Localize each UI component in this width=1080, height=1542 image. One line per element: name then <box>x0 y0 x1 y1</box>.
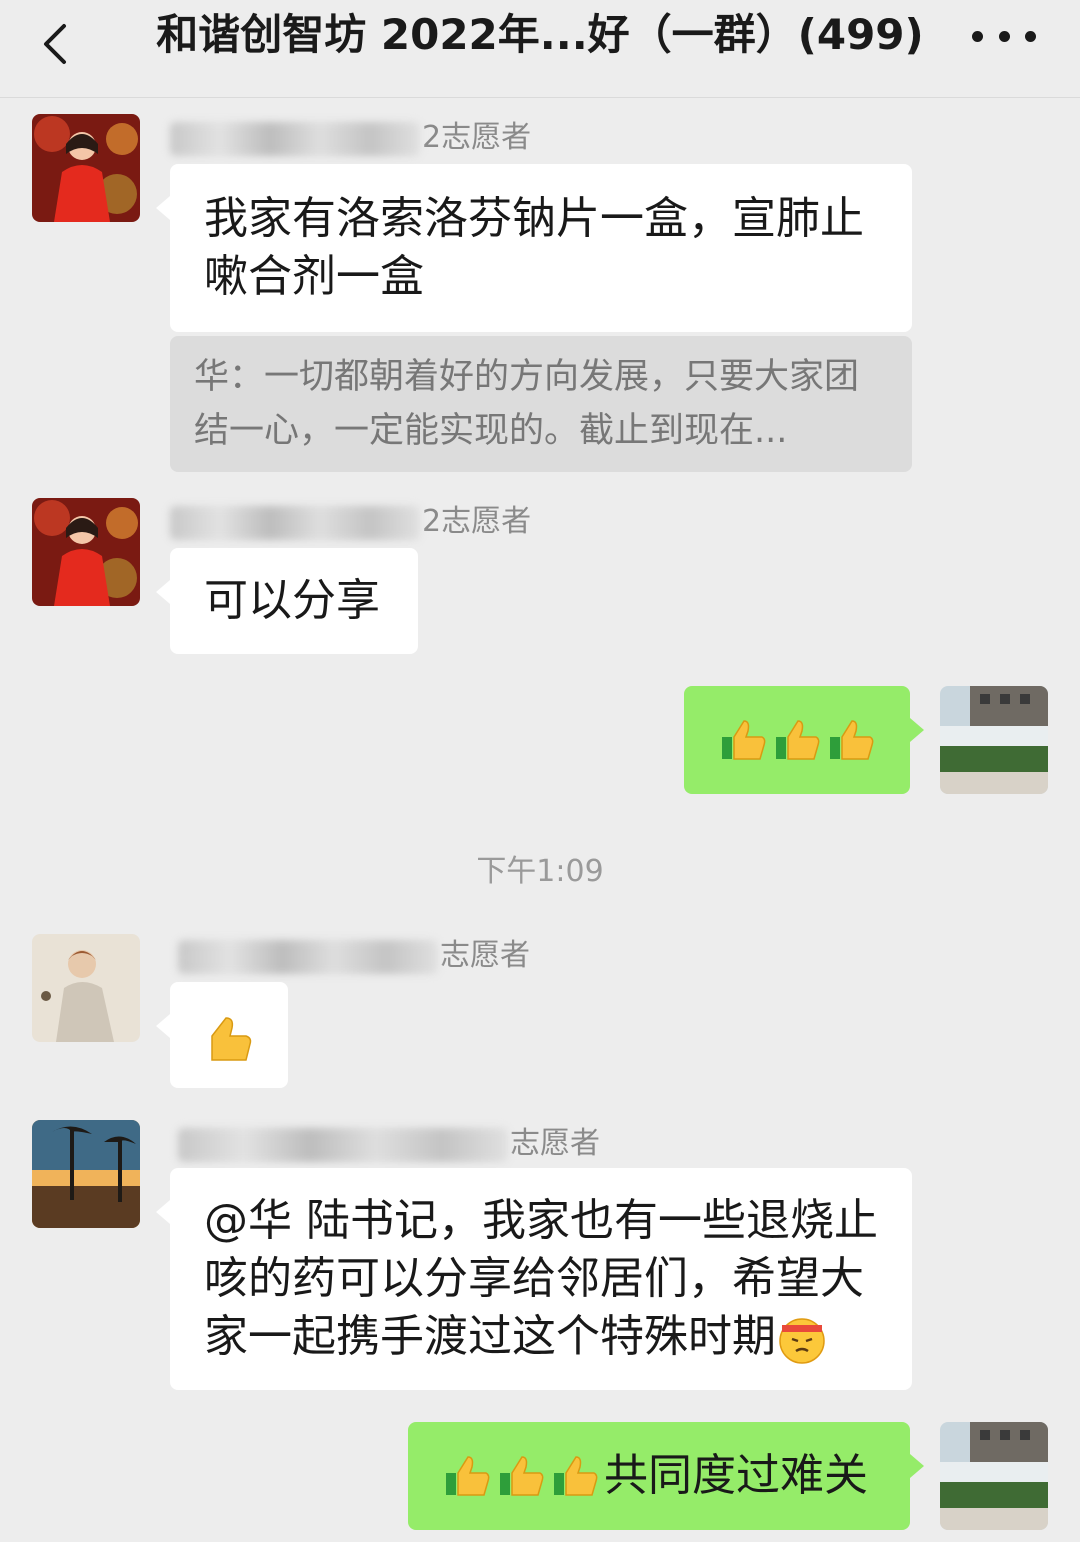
avatar-self[interactable] <box>940 686 1048 794</box>
thumbs-up-icon <box>826 715 876 765</box>
blurred-name <box>178 939 438 974</box>
avatar-self-2[interactable] <box>940 1422 1048 1530</box>
quoted-message[interactable]: 华：一切都朝着好的方向发展，只要大家团结一心，一定能实现的。截止到现在... <box>170 336 912 472</box>
message-bubble-5[interactable]: @华 陆书记，我家也有一些退烧止咳的药可以分享给邻居们，希望大家一起携手渡过这个… <box>156 1168 912 1390</box>
thumbs-up-icon <box>772 715 822 765</box>
blurred-name <box>178 1127 508 1162</box>
thumbs-up-icon <box>204 1014 254 1064</box>
chat-header: 和谐创智坊 2022年...好（一群）(499) <box>0 0 1080 98</box>
determined-face-icon <box>776 1313 828 1365</box>
message-bubble-4[interactable] <box>156 982 288 1088</box>
more-options-button[interactable] <box>972 26 1036 46</box>
message-bubble-6[interactable]: 共同度过难关 <box>408 1422 924 1530</box>
blurred-name <box>170 121 420 156</box>
thumbs-up-icon <box>496 1451 546 1501</box>
timestamp: 下午1:09 <box>476 854 604 889</box>
blurred-name <box>170 505 420 540</box>
message-bubble-3[interactable] <box>684 686 924 794</box>
chat-title: 和谐创智坊 2022年...好（一群）(499) <box>156 10 924 59</box>
back-button[interactable] <box>28 12 88 72</box>
sender-name-3: 志愿者 <box>178 936 530 976</box>
sender-name-1: 2志愿者 <box>170 118 531 158</box>
sender-name-4: 志愿者 <box>178 1124 600 1164</box>
message-bubble-2[interactable]: 可以分享 <box>156 548 418 654</box>
thumbs-up-icon <box>718 715 768 765</box>
avatar-sender-2[interactable] <box>32 934 140 1042</box>
more-dots-icon <box>972 30 983 42</box>
back-arrow-icon <box>44 24 66 64</box>
thumbs-up-icon <box>550 1451 600 1501</box>
avatar-sender-3[interactable] <box>32 1120 140 1228</box>
avatar-sender-1b[interactable] <box>32 498 140 606</box>
message-bubble-1[interactable]: 我家有洛索洛芬钠片一盒，宣肺止嗽合剂一盒 <box>156 164 912 332</box>
thumbs-up-icon <box>442 1451 492 1501</box>
sender-name-2: 2志愿者 <box>170 502 531 542</box>
avatar-sender-1[interactable] <box>32 114 140 222</box>
